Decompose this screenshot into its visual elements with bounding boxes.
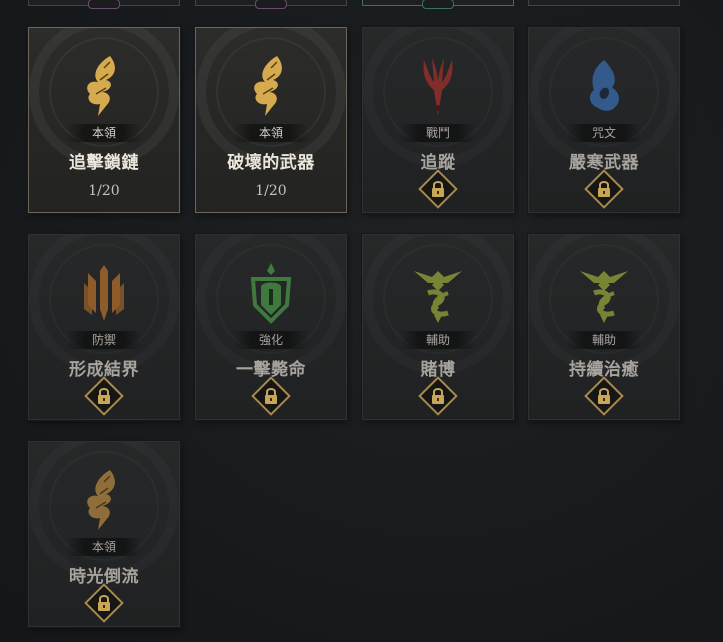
skill-card[interactable]: 強化 一擊斃命: [195, 234, 347, 420]
support-sigil-icon: [408, 257, 468, 329]
card-category-band: 本領: [29, 124, 179, 142]
skill-card[interactable]: 防禦 形成結界: [28, 234, 180, 420]
skill-card[interactable]: 輔助 賭博: [362, 234, 514, 420]
card-category: 本領: [65, 538, 142, 556]
skill-card[interactable]: 本領 追擊鎖鏈 1/20: [28, 27, 180, 213]
shield-blades-icon: [74, 257, 134, 329]
skill-card[interactable]: 本領 破壞的武器 1/20: [195, 27, 347, 213]
card-category: 戰鬥: [399, 124, 476, 142]
frost-icon: [574, 50, 634, 122]
card-category: 咒文: [565, 124, 642, 142]
top-card-2[interactable]: [195, 0, 347, 9]
card-category: 本領: [232, 124, 309, 142]
lock-icon: [418, 376, 458, 416]
card-category-band: 強化: [196, 331, 346, 349]
wing-icon: [241, 50, 301, 122]
card-category-band: 咒文: [529, 124, 679, 142]
lock-icon: [418, 169, 458, 209]
card-rank: 1/20: [255, 183, 287, 199]
card-category-band: 輔助: [363, 331, 513, 349]
card-category: 輔助: [399, 331, 476, 349]
card-name: 追擊鎖鏈: [69, 153, 139, 173]
ornament-icon: [88, 0, 120, 9]
top-card-4[interactable]: [528, 0, 680, 6]
card-category-band: 本領: [196, 124, 346, 142]
card-name: 破壞的武器: [227, 153, 315, 173]
card-category: 防禦: [65, 331, 142, 349]
card-category-band: 輔助: [529, 331, 679, 349]
skill-card[interactable]: 咒文 嚴寒武器: [528, 27, 680, 213]
top-card-strip: [0, 0, 723, 10]
lock-icon: [84, 376, 124, 416]
ornament-icon: [422, 0, 454, 9]
skill-card[interactable]: 輔助 持續治癒: [528, 234, 680, 420]
skill-card[interactable]: 本領 時光倒流: [28, 441, 180, 627]
card-category: 本領: [65, 124, 142, 142]
lock-icon: [251, 376, 291, 416]
skill-card[interactable]: 戰鬥 追蹤: [362, 27, 514, 213]
card-rank: 1/20: [88, 183, 120, 199]
card-category: 強化: [232, 331, 309, 349]
card-category: 輔助: [565, 331, 642, 349]
wing-icon: [74, 50, 134, 122]
lock-icon: [584, 376, 624, 416]
top-card-1[interactable]: [28, 0, 180, 9]
card-category-band: 戰鬥: [363, 124, 513, 142]
top-card-3[interactable]: [362, 0, 514, 9]
helm-icon: [241, 257, 301, 329]
claw-icon: [408, 50, 468, 122]
card-category-band: 本領: [29, 538, 179, 556]
wing-icon: [74, 464, 134, 536]
card-category-band: 防禦: [29, 331, 179, 349]
lock-icon: [84, 583, 124, 623]
support-sigil-icon: [574, 257, 634, 329]
lock-icon: [584, 169, 624, 209]
ornament-icon: [255, 0, 287, 9]
